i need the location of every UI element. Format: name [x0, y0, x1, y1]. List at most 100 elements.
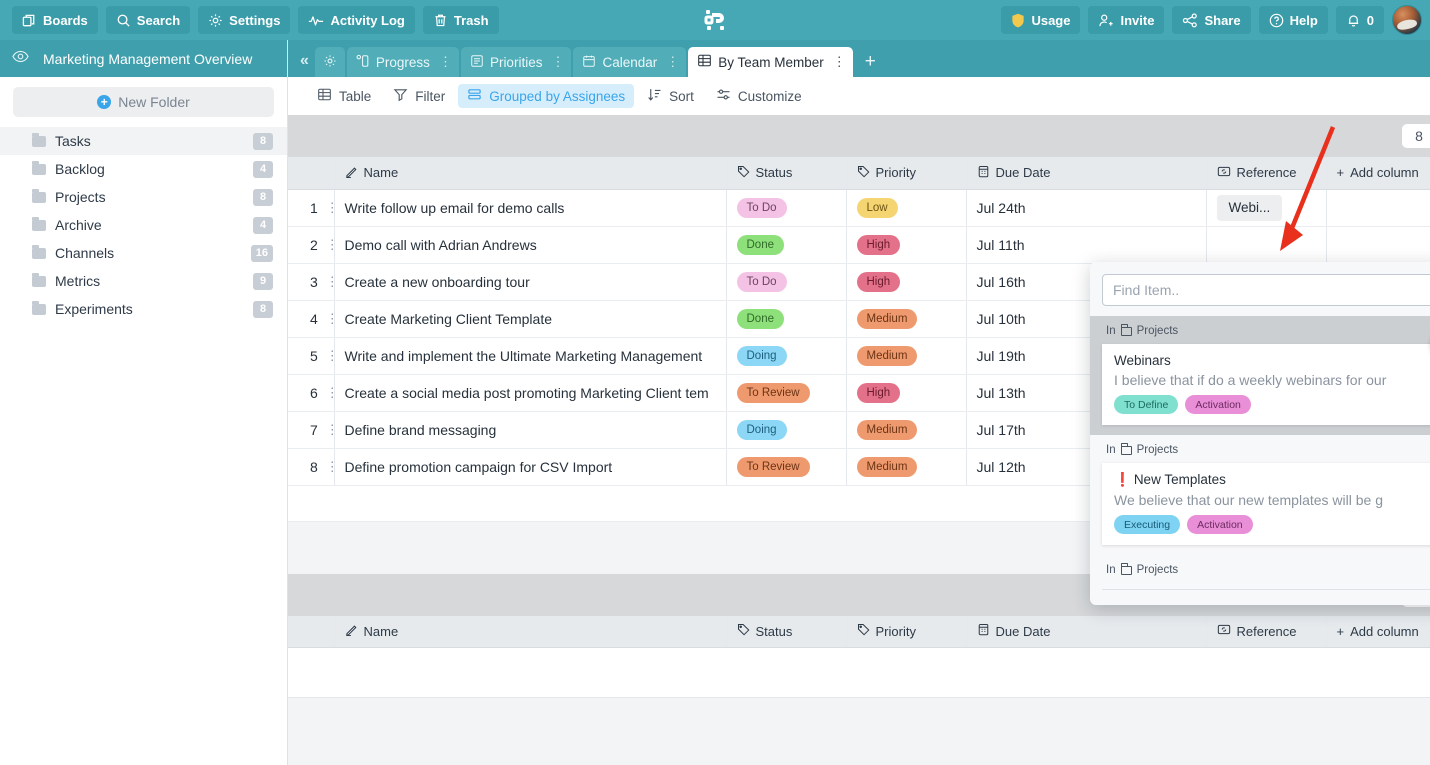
search-button[interactable]: Search	[105, 6, 191, 34]
calendar-icon	[977, 165, 990, 181]
cell-priority[interactable]: Medium	[846, 337, 967, 375]
cell-reference[interactable]	[1206, 226, 1327, 264]
cell-status[interactable]: Doing	[726, 411, 847, 449]
user-avatar[interactable]	[1392, 5, 1422, 35]
table-icon	[697, 53, 712, 71]
toolbar-table-button[interactable]: Table	[308, 84, 380, 108]
tab-settings[interactable]	[314, 47, 345, 77]
header-priority[interactable]: Priority	[846, 157, 967, 190]
toolbar-grouped-by-assignees-button[interactable]: Grouped by Assignees	[458, 84, 635, 108]
header-due-date[interactable]: Due Date	[966, 615, 1207, 648]
cell-name[interactable]: Create a new onboarding tour	[334, 263, 727, 301]
cell-due-date[interactable]: Jul 11th	[966, 226, 1207, 264]
header-priority[interactable]: Priority	[846, 615, 967, 648]
cell-status[interactable]: To Do	[726, 263, 847, 301]
sidebar-item-projects[interactable]: Projects 8	[0, 183, 287, 211]
usage-button[interactable]: Usage	[1001, 6, 1081, 34]
cell-priority[interactable]: Medium	[846, 300, 967, 338]
header-name[interactable]: Name	[334, 157, 727, 190]
help-button[interactable]: Help	[1258, 6, 1328, 34]
invite-button[interactable]: Invite	[1088, 6, 1165, 34]
row-menu-button[interactable]: ⋮	[326, 349, 339, 362]
cell-due-date[interactable]: Jul 24th	[966, 189, 1207, 227]
cell-priority[interactable]: High	[846, 374, 967, 412]
toolbar-customize-button[interactable]: Customize	[707, 84, 811, 108]
cell-priority[interactable]: Medium	[846, 448, 967, 486]
header-due-date[interactable]: Due Date	[966, 157, 1207, 190]
add-column-button[interactable]: + Add column	[1326, 157, 1430, 190]
cell-status[interactable]: Done	[726, 300, 847, 338]
cell-status[interactable]: To Review	[726, 448, 847, 486]
sidebar-item-experiments[interactable]: Experiments 8	[0, 295, 287, 323]
tab-by-team-member[interactable]: By Team Member ⋮	[688, 47, 853, 77]
share-button[interactable]: Share	[1172, 6, 1251, 34]
cell-name[interactable]: Demo call with Adrian Andrews	[334, 226, 727, 264]
sidebar-item-channels[interactable]: Channels 16	[0, 239, 287, 267]
folder-label: Tasks	[55, 133, 91, 149]
app-logo[interactable]	[701, 6, 729, 34]
sidebar-item-tasks[interactable]: Tasks 8	[0, 127, 287, 155]
boards-button[interactable]: Boards	[12, 6, 98, 34]
row-menu-button[interactable]: ⋮	[326, 386, 339, 399]
priority-badge: Medium	[856, 308, 918, 329]
tab-priorities[interactable]: Priorities ⋮	[460, 47, 572, 77]
trash-button[interactable]: Trash	[422, 6, 499, 34]
cell-priority[interactable]: High	[846, 263, 967, 301]
row-menu-button[interactable]: ⋮	[326, 312, 339, 325]
toolbar-filter-button[interactable]: Filter	[384, 84, 454, 108]
tab-menu-button[interactable]: ⋮	[551, 54, 564, 70]
tab-menu-button[interactable]: ⋮	[439, 54, 452, 70]
row-menu-button[interactable]: ⋮	[326, 238, 339, 251]
row-menu-button[interactable]: ⋮	[326, 201, 339, 214]
new-folder-button[interactable]: + New Folder	[13, 87, 274, 117]
group-header: 8	[288, 115, 1430, 157]
row-menu-button[interactable]: ⋮	[326, 423, 339, 436]
cell-name[interactable]: Write follow up email for demo calls	[334, 189, 727, 227]
header-status[interactable]: Status	[726, 615, 847, 648]
popup-result-item-webinars[interactable]: Webinars I believe that if do a weekly w…	[1102, 344, 1430, 425]
cell-priority[interactable]: Low	[846, 189, 967, 227]
boards-label: Boards	[43, 12, 88, 28]
notifications-button[interactable]: 0	[1335, 6, 1384, 34]
cell-name[interactable]: Define brand messaging	[334, 411, 727, 449]
collapse-sidebar-button[interactable]: «	[298, 52, 315, 77]
eye-icon[interactable]	[12, 50, 29, 68]
cell-name[interactable]: Create a social media post promoting Mar…	[334, 374, 727, 412]
cell-status[interactable]: To Do	[726, 189, 847, 227]
sidebar-item-archive[interactable]: Archive 4	[0, 211, 287, 239]
row-menu-button[interactable]: ⋮	[326, 275, 339, 288]
cell-priority[interactable]: Medium	[846, 411, 967, 449]
add-tab-button[interactable]: +	[855, 51, 886, 77]
cell-status[interactable]: To Review	[726, 374, 847, 412]
settings-button[interactable]: Settings	[198, 6, 291, 34]
activity-log-button[interactable]: Activity Log	[298, 6, 415, 34]
header-reference[interactable]: Reference	[1206, 615, 1327, 648]
tab-calendar[interactable]: Calendar ⋮	[573, 47, 687, 77]
find-item-input[interactable]	[1102, 274, 1430, 306]
cell-status[interactable]: Done	[726, 226, 847, 264]
header-reference[interactable]: Reference	[1206, 157, 1327, 190]
cell-name[interactable]: Write and implement the Ultimate Marketi…	[334, 337, 727, 375]
cell-priority[interactable]: High	[846, 226, 967, 264]
priority-badge: Low	[856, 197, 898, 218]
toolbar-sort-button[interactable]: Sort	[638, 84, 703, 108]
popup-result-item-new-templates[interactable]: ❗ New Templates We believe that our new t…	[1102, 463, 1430, 545]
reference-chip[interactable]: Webi...	[1216, 194, 1283, 221]
sidebar-item-metrics[interactable]: Metrics 9	[0, 267, 287, 295]
folder-label: Experiments	[55, 301, 133, 317]
cell-name[interactable]: Create Marketing Client Template	[334, 300, 727, 338]
tab-menu-button[interactable]: ⋮	[833, 54, 846, 70]
table-row[interactable]: 1 ⋮ Write follow up email for demo calls…	[288, 189, 1430, 227]
cell-name[interactable]: Define promotion campaign for CSV Import	[334, 448, 727, 486]
table-row[interactable]: 2 ⋮ Demo call with Adrian Andrews Done H…	[288, 226, 1430, 264]
cell-reference[interactable]: Webi...	[1206, 189, 1327, 227]
header-status[interactable]: Status	[726, 157, 847, 190]
tab-progress[interactable]: Progress ⋮	[346, 47, 459, 77]
header-name[interactable]: Name	[334, 615, 727, 648]
grid-toolbar: Table Filter Grouped by Assignees Sort C…	[288, 77, 1430, 115]
sidebar-item-backlog[interactable]: Backlog 4	[0, 155, 287, 183]
tab-menu-button[interactable]: ⋮	[666, 54, 679, 70]
cell-status[interactable]: Doing	[726, 337, 847, 375]
row-menu-button[interactable]: ⋮	[326, 460, 339, 473]
add-column-button[interactable]: + Add column	[1326, 615, 1430, 648]
